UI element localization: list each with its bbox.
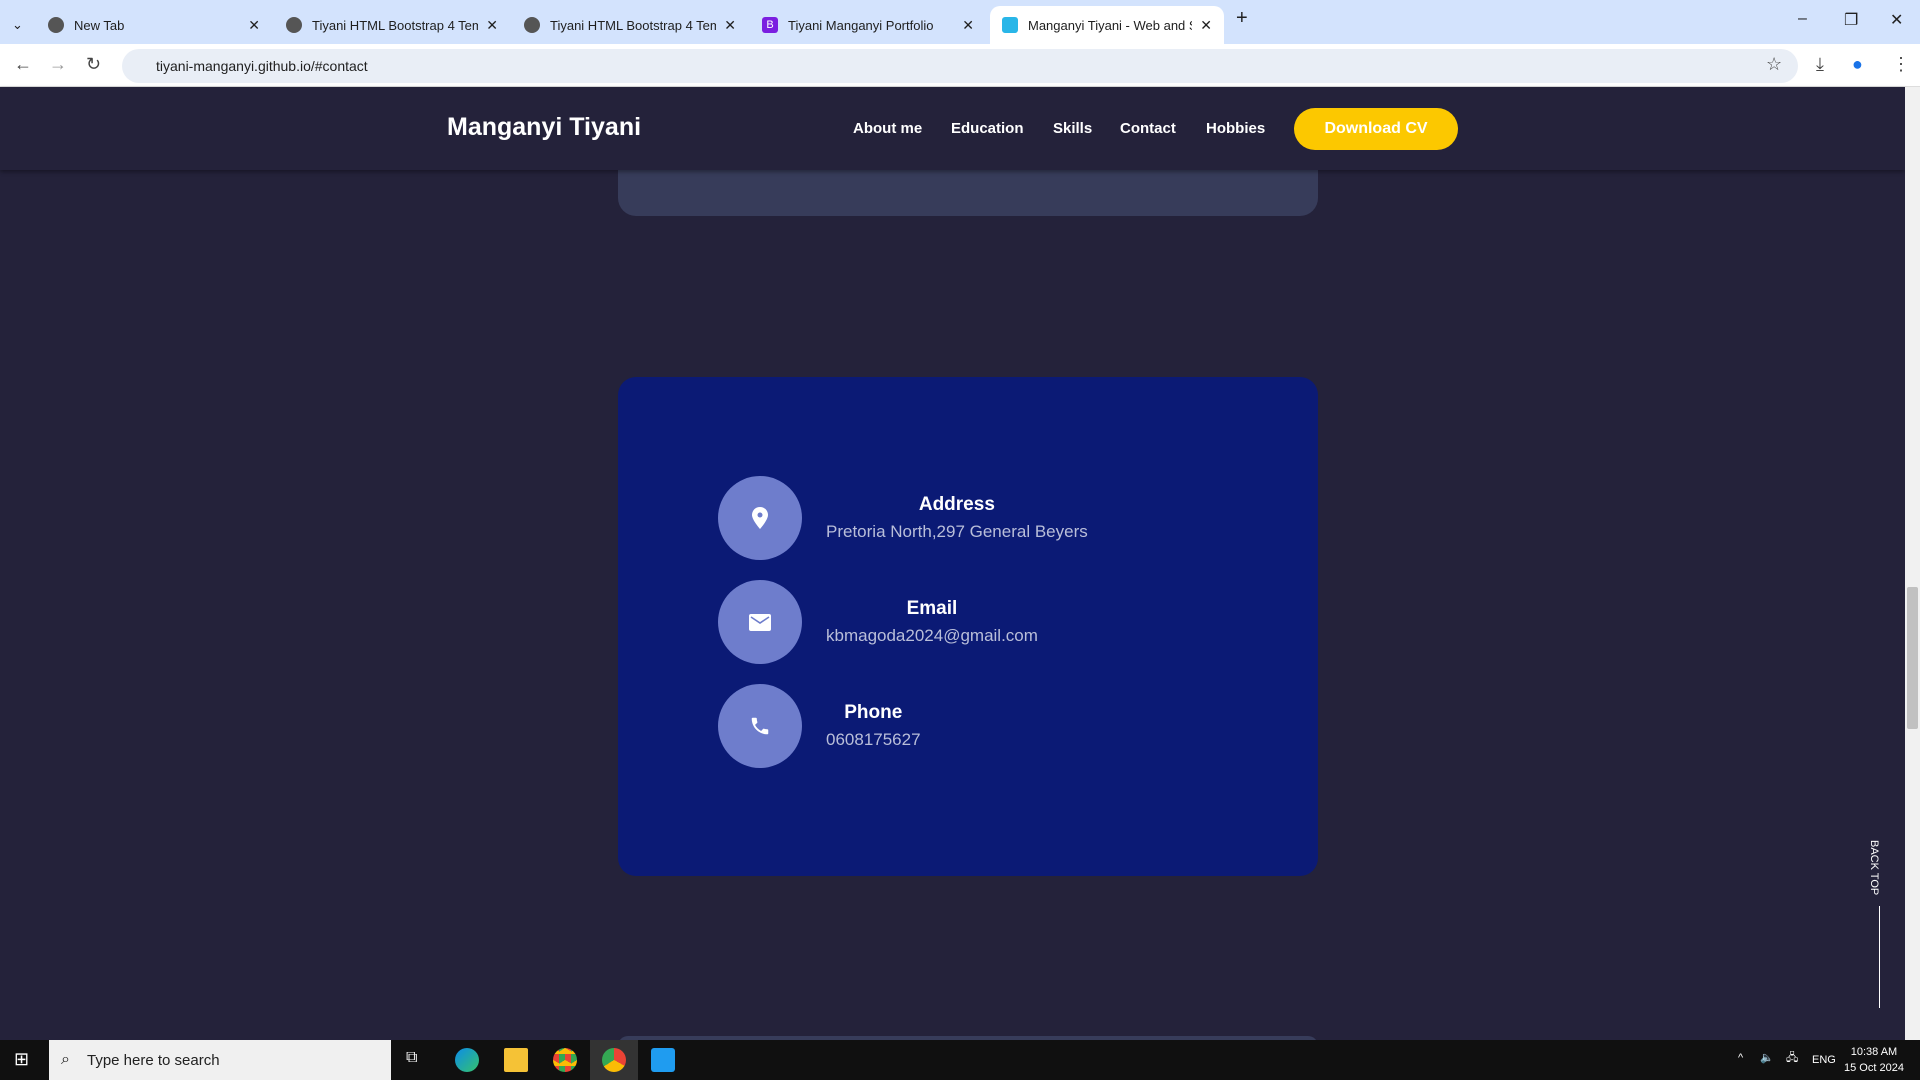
site-icon [1002,17,1018,33]
nav-education[interactable]: Education [951,120,1024,137]
task-view-icon[interactable]: ⧉ [406,1049,417,1067]
email-title: Email [906,598,958,619]
new-tab-button[interactable]: + [1236,7,1248,30]
contact-phone: Phone 0608175627 [718,684,921,768]
search-icon: ⌕ [61,1051,70,1068]
restore-button[interactable]: ❐ [1844,10,1858,30]
nav-about[interactable]: About me [853,120,922,137]
browser-tab-bar: ⌄ New Tab ✕ Tiyani HTML Bootstrap 4 Templ… [0,0,1920,44]
phone-value[interactable]: 0608175627 [826,730,921,750]
tray-chevron-icon[interactable]: ^ [1738,1050,1743,1066]
download-icon[interactable]: ⤓ [1816,54,1824,75]
map-pin-icon [718,476,802,560]
windows-start-icon[interactable]: ⊞ [14,1049,29,1070]
browser-tab[interactable]: Tiyani HTML Bootstrap 4 Templ ✕ [274,6,510,44]
forward-icon[interactable]: → [49,54,67,75]
windows-taskbar: ⊞ ⌕ Type here to search ⧉ ^ 🔈 🖧 ENG 10:38… [0,1040,1920,1080]
profile-icon[interactable]: ● [1852,54,1863,75]
scrollbar-thumb[interactable] [1907,587,1918,729]
brand-logo[interactable]: Manganyi Tiyani [447,113,641,142]
vscode-icon[interactable] [651,1048,675,1072]
reload-icon[interactable]: ↻ [86,54,101,75]
email-value[interactable]: kbmagoda2024@gmail.com [826,626,1038,646]
back-icon[interactable]: ← [14,54,32,75]
contact-address: Address Pretoria North,297 General Beyers [718,476,1088,560]
browser-tab[interactable]: New Tab ✕ [36,6,272,44]
network-icon[interactable]: 🖧 [1786,1050,1798,1066]
tab-search-button[interactable]: ⌄ [4,6,36,44]
download-cv-button[interactable]: Download CV [1294,108,1458,150]
clock[interactable]: 10:38 AM 15 Oct 2024 [1844,1044,1904,1076]
back-top-line [1879,906,1880,1008]
scrollbar[interactable] [1905,87,1920,1040]
address-value: Pretoria North,297 General Beyers [826,522,1088,541]
nav-hobbies[interactable]: Hobbies [1206,120,1265,137]
file-explorer-icon[interactable] [504,1048,528,1072]
menu-icon[interactable]: ⋮ [1892,54,1910,75]
nav-skills[interactable]: Skills [1053,120,1092,137]
address-title: Address [918,494,995,515]
browser-tab-active[interactable]: Manganyi Tiyani - Web and Sof ✕ [990,6,1224,44]
close-icon[interactable]: ✕ [724,17,736,34]
volume-muted-icon[interactable]: 🔈 [1760,1050,1774,1066]
chrome-icon[interactable] [553,1048,577,1072]
close-icon[interactable]: ✕ [248,17,260,34]
envelope-icon [718,580,802,664]
browser-tab[interactable]: B Tiyani Manganyi Portfolio ✕ [750,6,986,44]
nav-contact[interactable]: Contact [1120,120,1176,137]
globe-icon [524,17,540,33]
close-icon[interactable]: ✕ [486,17,498,34]
close-window-button[interactable]: ✕ [1890,10,1903,30]
taskbar-search-input[interactable]: ⌕ Type here to search [49,1040,391,1080]
browser-tab[interactable]: Tiyani HTML Bootstrap 4 Templ ✕ [512,6,748,44]
phone-title: Phone [844,702,903,723]
language-indicator[interactable]: ENG [1812,1052,1836,1068]
globe-icon [286,17,302,33]
contact-card: Address Pretoria North,297 General Beyers… [618,377,1318,876]
chrome-icon-active[interactable] [602,1048,626,1072]
url-input[interactable]: tiyani-manganyi.github.io/#contact [122,49,1798,83]
minimize-button[interactable]: – [1798,10,1807,28]
address-bar: ← → ↻ tiyani-manganyi.github.io/#contact… [0,44,1920,87]
globe-icon [48,17,64,33]
close-icon[interactable]: ✕ [962,17,974,34]
site-header: Manganyi Tiyani About me Education Skill… [0,87,1905,170]
bookmark-star-icon[interactable]: ☆ [1766,54,1782,75]
back-to-top-link[interactable]: BACK TOP [1868,840,1880,895]
phone-icon [718,684,802,768]
edge-icon[interactable] [455,1048,479,1072]
close-icon[interactable]: ✕ [1200,17,1212,34]
bootstrap-icon: B [762,17,778,33]
contact-email: Email kbmagoda2024@gmail.com [718,580,1038,664]
